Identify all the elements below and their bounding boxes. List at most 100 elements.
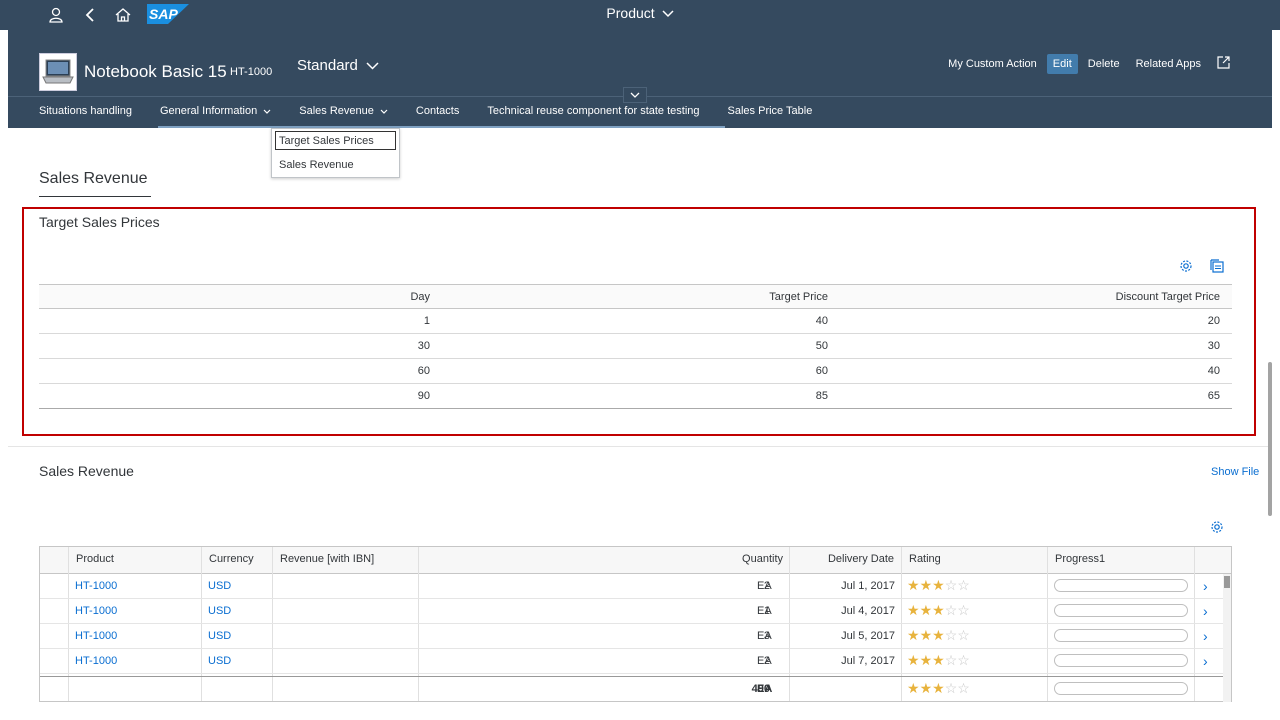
settings-icon[interactable] — [1178, 258, 1194, 274]
total-row: 490 EA ★★★☆☆ — [40, 676, 1231, 702]
quantity-unit: EA — [757, 655, 772, 667]
star-empty-icon: ☆ — [957, 627, 970, 643]
row-navigation-icon[interactable]: › — [1203, 628, 1208, 644]
product-link[interactable]: HT-1000 — [75, 580, 117, 592]
sales-revenue-table: Product Currency Revenue [with IBN] Quan… — [39, 546, 1232, 702]
currency-link[interactable]: USD — [208, 605, 231, 617]
section-separator — [8, 446, 1272, 447]
cell-discount-target-price: 20 — [1207, 315, 1220, 327]
quantity-value: 1 — [763, 605, 770, 617]
object-id: HT-1000 — [230, 66, 273, 78]
table-row[interactable]: 90 85 65 — [39, 384, 1232, 409]
delivery-date: Jul 7, 2017 — [841, 655, 895, 667]
target-prices-table: Day Target Price Discount Target Price 1… — [39, 284, 1232, 409]
delivery-date: Jul 1, 2017 — [841, 580, 895, 592]
app-title-label: Product — [606, 5, 655, 21]
app-title-menu[interactable]: Product — [606, 5, 674, 21]
anchor-sales-price-table[interactable]: Sales Price Table — [728, 105, 813, 123]
variant-label: Standard — [297, 57, 358, 74]
table-row[interactable]: HT-1000 USD 2 EA Jul 7, 2017 ★★★☆☆ › — [40, 649, 1231, 674]
product-link[interactable]: HT-1000 — [75, 630, 117, 642]
cell-day: 60 — [417, 365, 430, 377]
popover-item-sales-revenue[interactable]: Sales Revenue — [279, 159, 354, 171]
quantity-unit: EA — [757, 630, 772, 642]
custom-action-button[interactable]: My Custom Action — [942, 54, 1043, 74]
anchor-label: Contacts — [415, 105, 460, 117]
column-header-target-price[interactable]: Target Price — [430, 291, 828, 303]
star-filled-icon: ★ — [907, 627, 920, 643]
chevron-down-icon — [630, 92, 640, 98]
page-scrollbar[interactable] — [1268, 362, 1272, 516]
anchor-label: Situations handling — [39, 105, 132, 117]
table-header-row: Product Currency Revenue [with IBN] Quan… — [40, 547, 1231, 574]
progress-bar — [1054, 579, 1188, 592]
export-icon[interactable] — [1209, 258, 1225, 274]
show-file-link[interactable]: Show File — [1211, 466, 1259, 478]
table-row[interactable]: 30 50 30 — [39, 334, 1232, 359]
quantity-value: 3 — [763, 630, 770, 642]
row-navigation-icon[interactable]: › — [1203, 653, 1208, 669]
chevron-down-icon — [380, 109, 388, 114]
star-empty-icon: ☆ — [944, 577, 958, 593]
scrollbar-thumb[interactable] — [1224, 576, 1230, 588]
anchor-label: General Information — [159, 105, 258, 117]
collapse-header-button[interactable] — [623, 87, 647, 103]
star-filled-icon: ★ — [907, 652, 920, 668]
column-header-progress[interactable]: Progress1 — [1055, 553, 1105, 565]
table-row[interactable]: HT-1000 USD 2 EA Jul 1, 2017 ★★★☆☆ › — [40, 574, 1231, 599]
popover-item-target-sales-prices[interactable]: Target Sales Prices — [275, 131, 396, 150]
delete-button[interactable]: Delete — [1082, 54, 1126, 74]
star-empty-icon: ☆ — [944, 602, 958, 618]
star-empty-icon: ☆ — [944, 652, 958, 668]
currency-link[interactable]: USD — [208, 655, 231, 667]
rating-stars: ★★★☆☆ — [907, 680, 970, 697]
rating-stars: ★★★☆☆ — [907, 652, 970, 669]
column-header-product[interactable]: Product — [76, 553, 114, 565]
anchor-contacts[interactable]: Contacts — [416, 105, 459, 123]
column-header-day[interactable]: Day — [39, 291, 430, 303]
column-header-rating[interactable]: Rating — [909, 553, 941, 565]
cell-day: 1 — [423, 315, 430, 327]
app-title: Product — [0, 5, 1280, 21]
variant-selector[interactable]: Standard — [297, 57, 379, 74]
quantity-unit: EA — [757, 605, 772, 617]
anchor-technical-reuse[interactable]: Technical reuse component for state test… — [487, 105, 699, 123]
anchor-label: Sales Price Table — [727, 105, 813, 117]
product-link[interactable]: HT-1000 — [75, 605, 117, 617]
column-header-quantity[interactable]: Quantity — [420, 553, 783, 565]
table-row[interactable]: 60 60 40 — [39, 359, 1232, 384]
anchor-general-information[interactable]: General Information — [160, 105, 271, 123]
object-header: Notebook Basic 15 HT-1000 Standard My Cu… — [8, 30, 1272, 128]
rating-stars: ★★★☆☆ — [907, 602, 970, 619]
currency-link[interactable]: USD — [208, 580, 231, 592]
cell-discount-target-price: 65 — [1207, 390, 1220, 402]
share-icon[interactable] — [1211, 52, 1236, 76]
column-header-revenue[interactable]: Revenue [with IBN] — [280, 553, 374, 565]
table-row[interactable]: HT-1000 USD 1 EA Jul 4, 2017 ★★★☆☆ › — [40, 599, 1231, 624]
table-scrollbar[interactable] — [1223, 574, 1231, 702]
quantity-unit: EA — [757, 580, 772, 592]
anchor-situations[interactable]: Situations handling — [39, 105, 132, 123]
currency-link[interactable]: USD — [208, 630, 231, 642]
table-row[interactable]: HT-1000 USD 3 EA Jul 5, 2017 ★★★☆☆ › — [40, 624, 1231, 649]
object-title: Notebook Basic 15 — [84, 62, 227, 81]
progress-bar — [1054, 654, 1188, 667]
column-header-discount-target-price[interactable]: Discount Target Price — [828, 291, 1220, 303]
row-navigation-icon[interactable]: › — [1203, 603, 1208, 619]
quantity-value: 2 — [763, 655, 770, 667]
table-row[interactable]: 1 40 20 — [39, 309, 1232, 334]
anchor-sales-revenue[interactable]: Sales Revenue — [299, 105, 388, 123]
delivery-date: Jul 5, 2017 — [841, 630, 895, 642]
progress-bar — [1054, 604, 1188, 617]
header-actions: My Custom Action Edit Delete Related App… — [942, 52, 1236, 76]
star-filled-icon: ★ — [932, 627, 945, 643]
settings-icon[interactable] — [1209, 519, 1225, 535]
star-empty-icon: ☆ — [957, 652, 970, 668]
row-navigation-icon[interactable]: › — [1203, 578, 1208, 594]
column-header-currency[interactable]: Currency — [209, 553, 254, 565]
edit-button[interactable]: Edit — [1046, 54, 1078, 74]
product-link[interactable]: HT-1000 — [75, 655, 117, 667]
column-header-delivery-date[interactable]: Delivery Date — [790, 553, 894, 565]
chevron-down-icon — [366, 62, 379, 70]
related-apps-button[interactable]: Related Apps — [1130, 54, 1207, 74]
